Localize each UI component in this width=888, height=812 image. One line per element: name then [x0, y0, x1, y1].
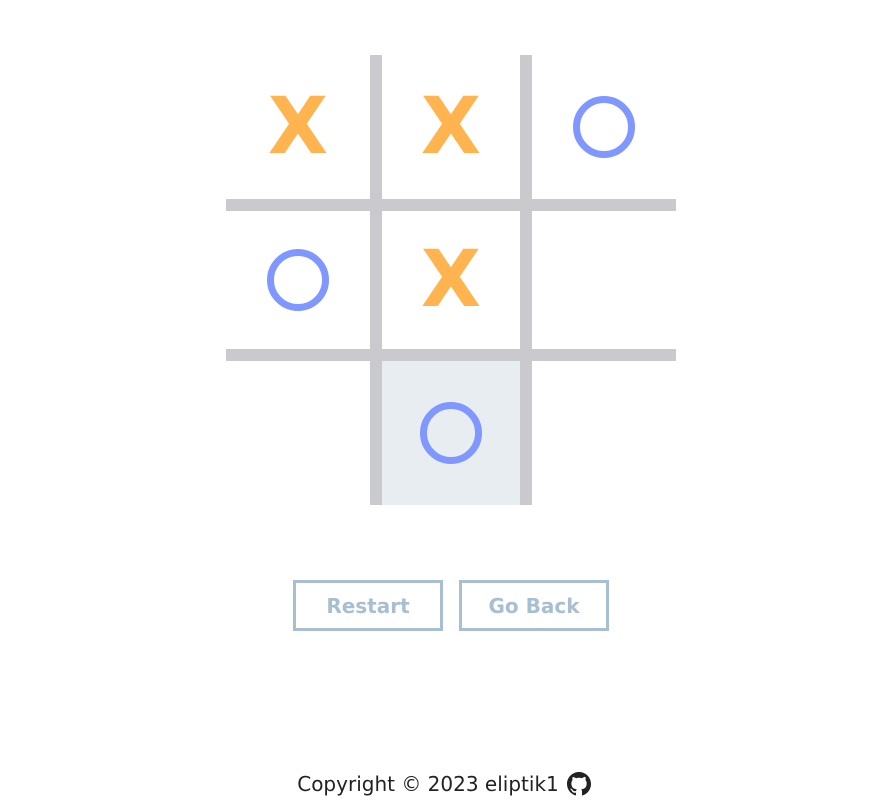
- go-back-button[interactable]: Go Back: [459, 580, 609, 631]
- board-cell-7[interactable]: [226, 361, 370, 505]
- github-icon[interactable]: [566, 772, 591, 796]
- board-cell-3[interactable]: [532, 55, 676, 199]
- footer: Copyright © 2023 eliptik1: [0, 772, 888, 796]
- board-cell-8[interactable]: [379, 361, 523, 505]
- board-cell-9[interactable]: [532, 361, 676, 505]
- board-cell-4[interactable]: [226, 208, 370, 352]
- o-mark: [573, 96, 635, 158]
- o-mark: [267, 249, 329, 311]
- x-mark: X: [420, 82, 482, 172]
- x-mark: X: [267, 82, 329, 172]
- board-cell-2[interactable]: X: [379, 55, 523, 199]
- game-controls: Restart Go Back: [293, 580, 609, 631]
- restart-button[interactable]: Restart: [293, 580, 443, 631]
- grid-line-horizontal-1: [226, 199, 676, 211]
- board-cell-5[interactable]: X: [379, 208, 523, 352]
- grid-line-vertical-1: [370, 55, 382, 505]
- game-board: X X X: [226, 55, 676, 505]
- board-cell-6[interactable]: [532, 208, 676, 352]
- grid-line-vertical-2: [520, 55, 532, 505]
- grid-line-horizontal-2: [226, 349, 676, 361]
- x-mark: X: [420, 235, 482, 325]
- copyright-text: Copyright © 2023 eliptik1: [297, 772, 559, 796]
- o-mark: [420, 402, 482, 464]
- board-cell-1[interactable]: X: [226, 55, 370, 199]
